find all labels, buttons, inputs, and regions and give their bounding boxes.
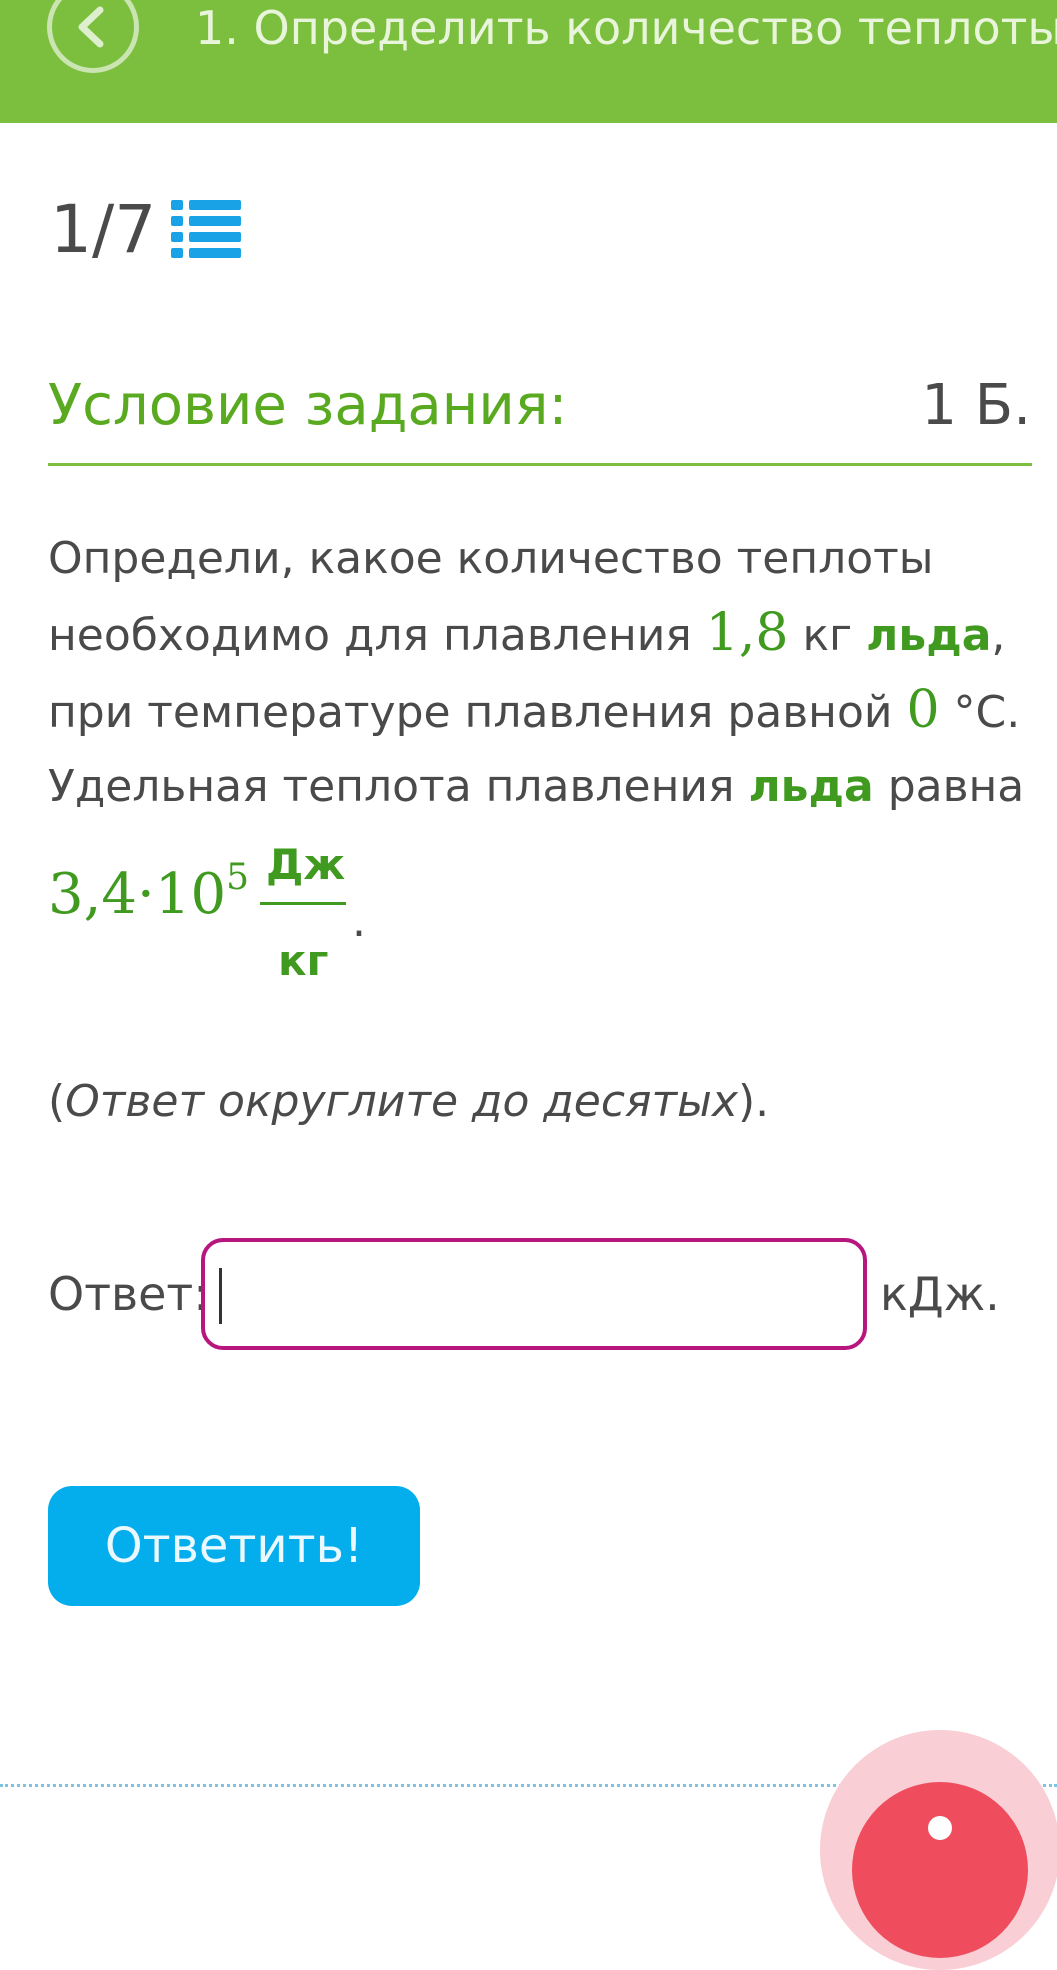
condition-title: Условие задания: bbox=[48, 373, 568, 438]
formula-unit-denominator: кг bbox=[278, 936, 329, 985]
answer-label: Ответ: bbox=[48, 1267, 209, 1321]
task-text: Определи, какое количество теплоты необх… bbox=[48, 522, 1038, 824]
condition-divider bbox=[48, 463, 1032, 466]
header-bar: 1. Определить количество теплоты bbox=[0, 0, 1057, 123]
points-label: 1 Б. bbox=[921, 373, 1031, 438]
list-icon[interactable] bbox=[171, 198, 241, 262]
mass-value: 1,8 bbox=[705, 603, 789, 663]
substance-name: льда bbox=[748, 761, 874, 812]
text-cursor bbox=[219, 1268, 222, 1324]
back-button[interactable] bbox=[47, 0, 139, 73]
formula-unit-numerator: Дж bbox=[266, 840, 346, 889]
formula-exponent: 5 bbox=[226, 857, 250, 898]
help-bubble-knob bbox=[928, 1816, 952, 1840]
hint-italic: Ответ округлите до десятых bbox=[65, 1076, 738, 1127]
substance-name: льда bbox=[866, 610, 992, 661]
rounding-hint: (Ответ округлите до десятых). bbox=[48, 1072, 769, 1132]
submit-button[interactable]: Ответить! bbox=[48, 1486, 420, 1606]
heat-of-fusion-formula: 3,4·105 Дж кг . bbox=[48, 840, 548, 990]
temperature-value: 0 bbox=[906, 680, 940, 740]
formula-mantissa: 3,4·10 bbox=[48, 862, 227, 927]
help-bubble-icon[interactable] bbox=[820, 1730, 1057, 1970]
hint-paren: ). bbox=[737, 1076, 770, 1127]
fraction-line bbox=[260, 902, 346, 905]
task-text-part: кг bbox=[788, 610, 867, 661]
hint-paren: ( bbox=[48, 1076, 66, 1127]
formula-value: 3,4·105 bbox=[48, 857, 249, 927]
task-text-part: равна bbox=[873, 761, 1025, 812]
help-bubble-inner bbox=[852, 1782, 1028, 1958]
chevron-left-icon bbox=[78, 6, 104, 48]
formula-period: . bbox=[352, 896, 366, 947]
task-counter: 1/7 bbox=[50, 191, 157, 268]
answer-input[interactable] bbox=[201, 1238, 867, 1350]
page-title: 1. Определить количество теплоты bbox=[195, 1, 1057, 55]
answer-unit: кДж. bbox=[880, 1267, 1000, 1321]
